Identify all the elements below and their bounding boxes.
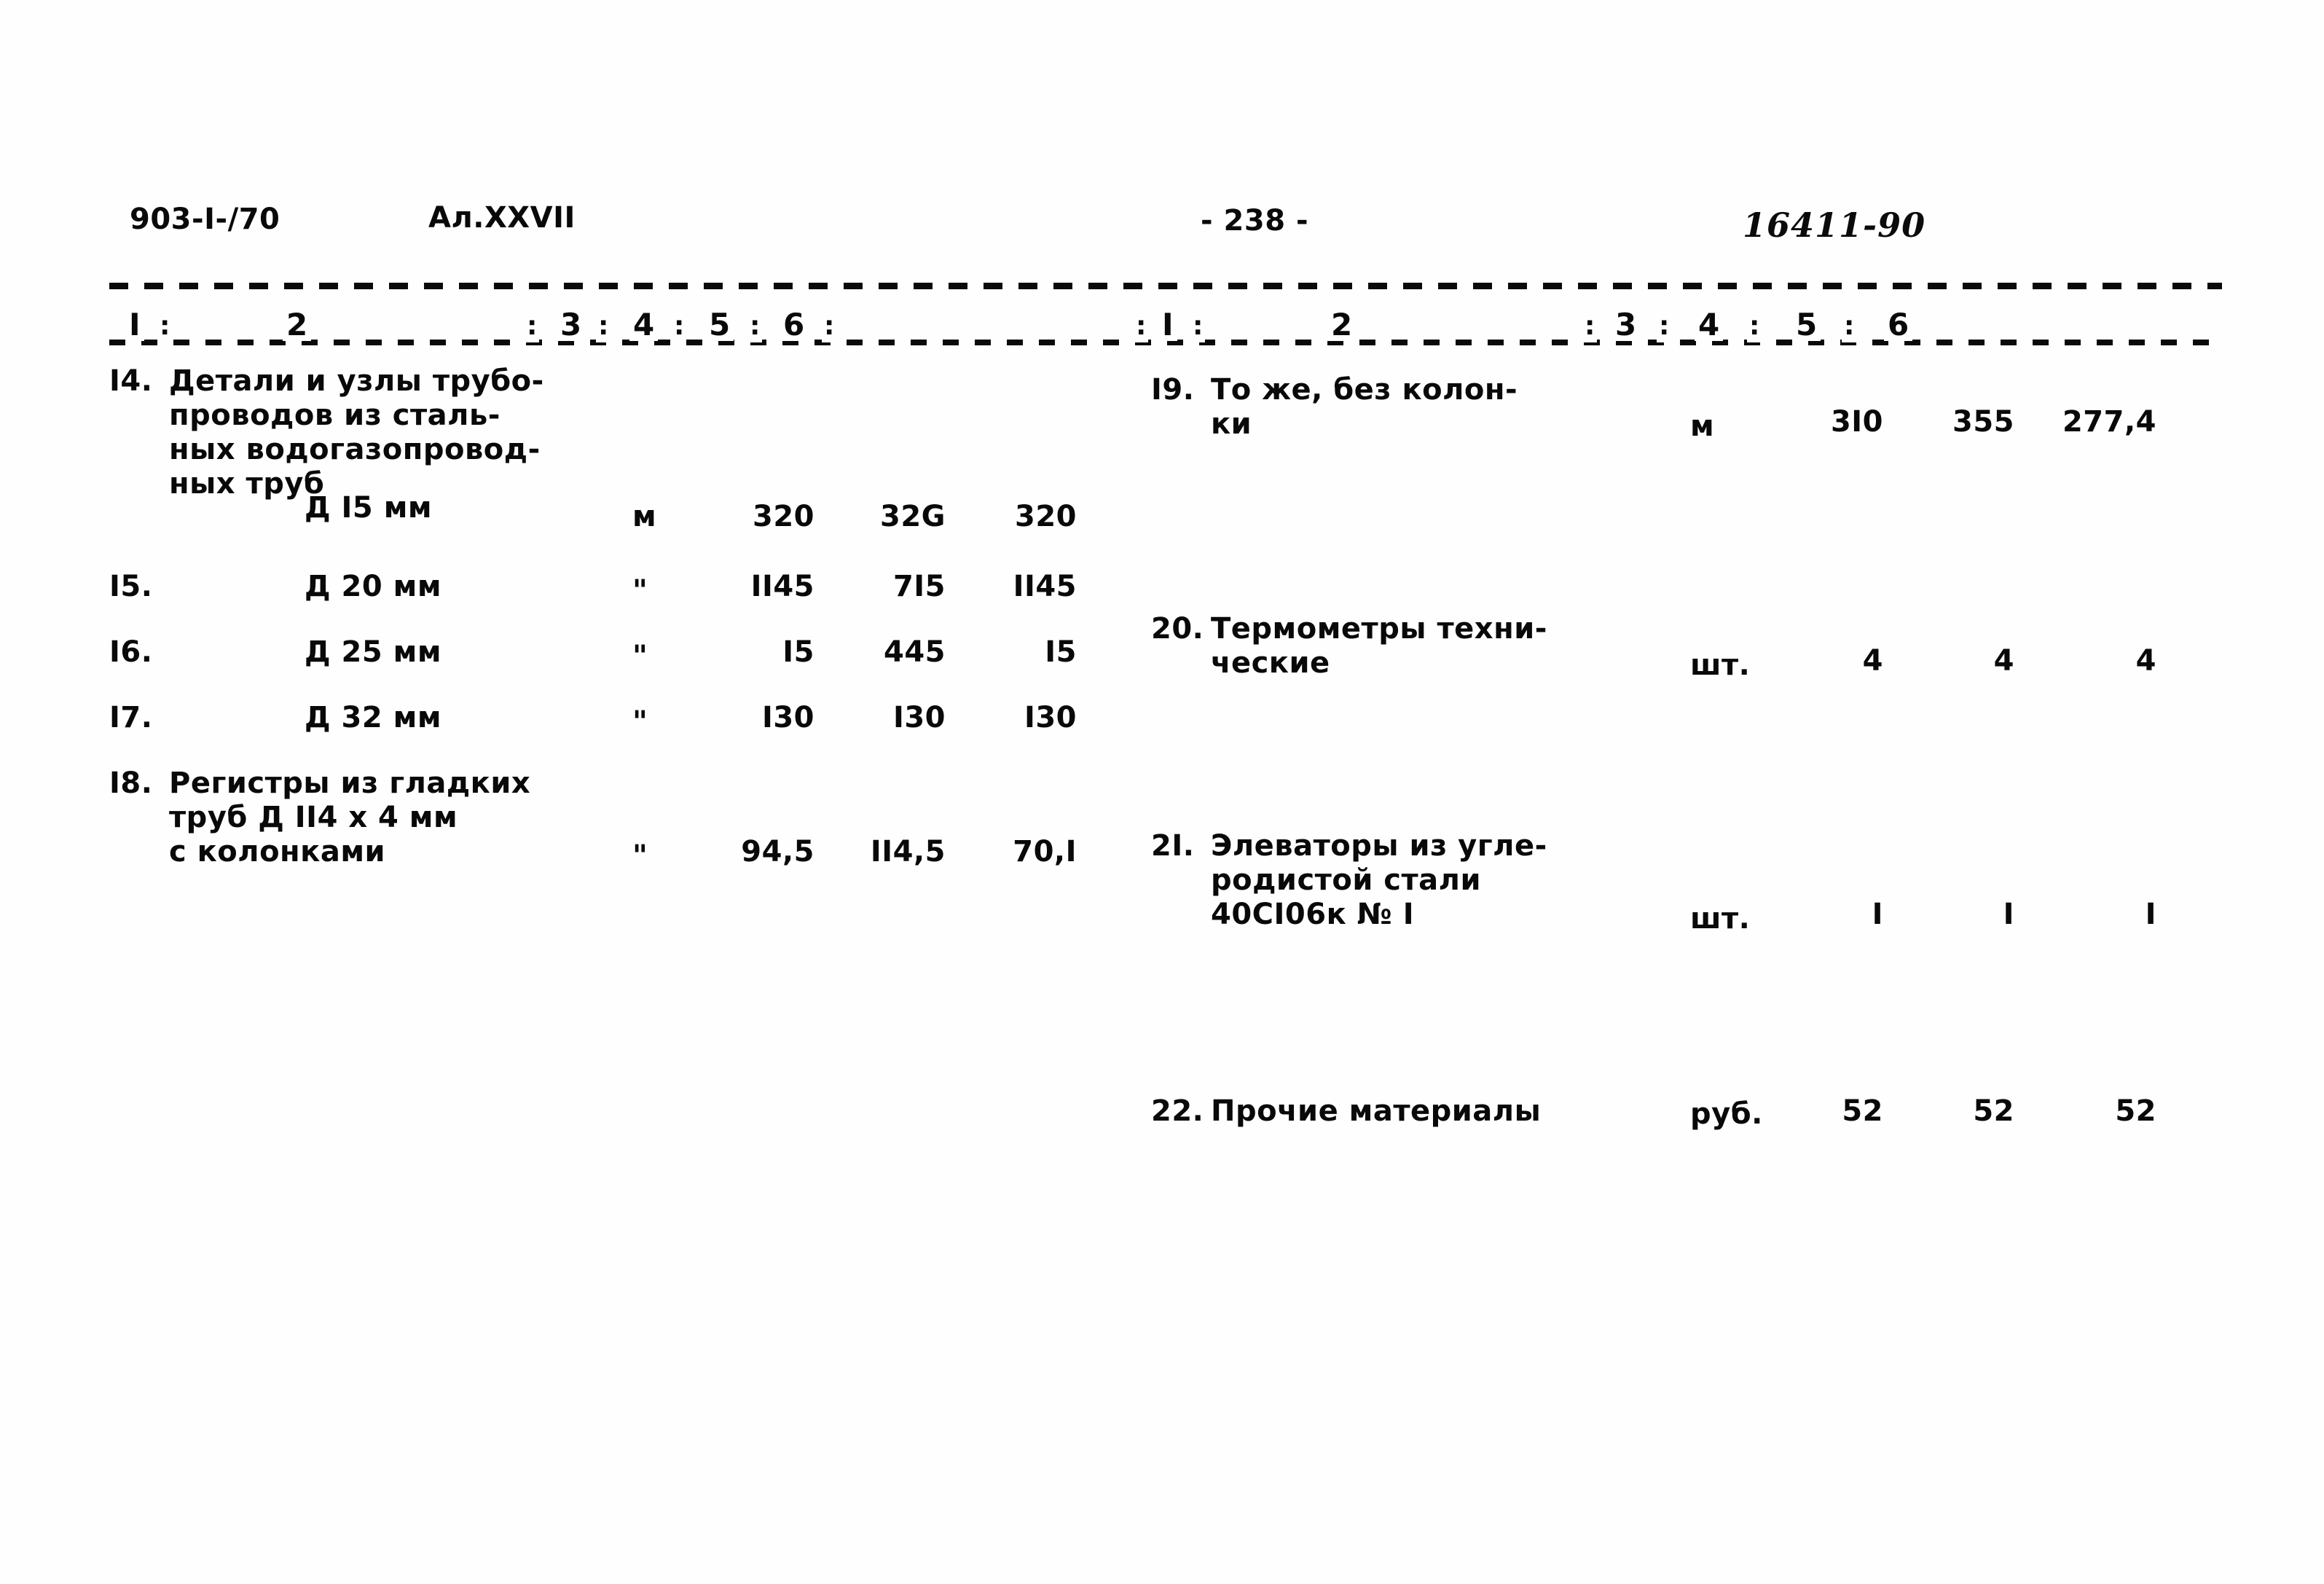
row-description-line: То же, без колон- [1211,373,1518,407]
col-sep-left-1: : [157,310,173,342]
column-header-band: I : 2 : 3 : 4 : 5 : 6 : : I : 2 : 3 : 4 … [109,309,2222,353]
col-num-left-3: 3 [557,309,586,341]
row-description-line: родистой стали [1211,863,1481,897]
row-description-line: ки [1211,407,1252,441]
row-description-line: Элеваторы из угле- [1211,829,1547,863]
row-description-line: ческие [1211,646,1330,680]
col-sep-left-6: : [822,310,837,342]
row-value-1: I30 [761,701,814,734]
row-value-1: I [1872,898,1883,931]
col-num-right-1: I [1158,309,1177,341]
row-value-3: I5 [1045,635,1077,669]
row-description-line: ных водогазопровод- [169,433,541,466]
row-value-3: I30 [1024,701,1077,734]
row-value-3: 52 [2115,1094,2156,1128]
row-value-2: I [2003,898,2014,931]
row-value-1: 52 [1842,1094,1883,1128]
row-subdescription: Д 25 мм [305,635,442,669]
col-sep-right-5: : [1842,310,1857,342]
row-number: I6. [109,635,153,669]
col-num-left-6: 6 [780,309,809,341]
row-value-2: 7I5 [892,570,946,603]
row-description-line: 40СI06к № I [1211,898,1415,931]
row-unit: м [632,500,657,533]
row-value-1: 4 [1862,644,1883,678]
handwritten-stamp: 16411-90 [1743,205,1926,245]
col-num-right-4: 4 [1695,309,1724,341]
row-value-1: 320 [753,500,814,533]
col-sep-right-3: : [1657,310,1672,342]
row-unit: шт. [1690,902,1751,936]
row-value-1: 3I0 [1830,405,1883,439]
row-value-1: I5 [782,635,814,669]
row-unit: " [632,839,648,873]
row-value-2: 52 [1973,1094,2014,1128]
row-description-line: труб Д II4 х 4 мм [169,801,458,834]
row-description-line: ных труб [169,467,325,501]
col-sep-right-4: : [1747,310,1762,342]
row-number: I8. [109,766,153,800]
col-sep-right-2: : [1582,310,1598,342]
page-number: - 238 - [1201,204,1309,238]
col-num-left-1: I [125,309,144,341]
col-num-left-5: 5 [705,309,734,341]
row-unit: шт. [1690,648,1751,682]
row-description-line: Термометры техни- [1211,612,1547,646]
col-sep-left-2: : [525,310,540,342]
row-value-2: 355 [1952,405,2014,439]
row-number: I7. [109,701,153,734]
row-value-3: I [2145,898,2156,931]
row-unit: " [632,705,648,739]
col-num-right-6: 6 [1884,309,1913,341]
document-code: 903-I-/70 [130,203,280,236]
row-value-3: 320 [1015,500,1077,533]
row-value-2: II4,5 [870,835,946,869]
row-value-3: 277,4 [2062,405,2156,439]
col-sep-right-0: : [1134,310,1149,342]
row-number: I4. [109,364,153,398]
col-num-left-2: 2 [283,309,312,341]
scanned-page: 903-I-/70 Ал.XXVII - 238 - 16411-90 I : … [0,0,2324,1584]
row-value-3: 70,I [1013,835,1077,869]
row-value-3: 4 [2135,644,2156,678]
row-value-2: 32G [880,500,946,533]
row-value-1: 94,5 [741,835,814,869]
row-subdescription: Д I5 мм [305,491,433,525]
row-description-line: Прочие материалы [1211,1094,1542,1128]
row-unit: м [1690,409,1715,443]
row-unit: " [632,574,648,608]
row-value-2: 4 [1993,644,2014,678]
album-label: Ал.XXVII [428,201,576,235]
row-number: I5. [109,570,153,603]
row-unit: руб. [1690,1097,1763,1131]
row-value-1: II45 [750,570,814,603]
col-num-right-2: 2 [1327,309,1357,341]
row-number: 2I. [1151,829,1195,863]
row-value-2: I30 [892,701,946,734]
row-description-line: проводов из сталь- [169,399,500,432]
row-description-line: Регистры из гладких [169,766,531,800]
col-num-right-3: 3 [1612,309,1641,341]
col-sep-left-5: : [747,310,763,342]
row-description-line: с колонками [169,835,386,869]
row-number: 20. [1151,612,1204,646]
col-sep-left-3: : [596,310,611,342]
table-top-rule [109,283,2222,289]
row-value-3: II45 [1013,570,1077,603]
row-number: I9. [1151,373,1195,407]
col-num-right-5: 5 [1792,309,1821,341]
row-value-2: 445 [884,635,946,669]
col-sep-left-4: : [672,310,687,342]
row-subdescription: Д 32 мм [305,701,442,734]
row-number: 22. [1151,1094,1204,1128]
row-description-line: Детали и узлы трубо- [169,364,544,398]
col-num-left-4: 4 [629,309,659,341]
row-unit: " [632,640,648,673]
row-subdescription: Д 20 мм [305,570,442,603]
col-sep-right-1: : [1190,310,1206,342]
